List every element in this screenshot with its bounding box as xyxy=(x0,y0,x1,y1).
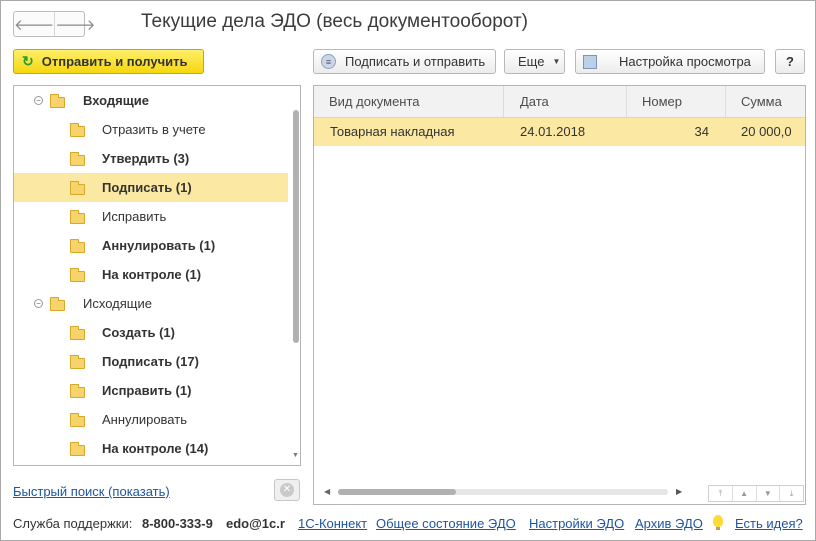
tree-group-incoming[interactable]: − Входящие xyxy=(14,86,288,115)
tree-item-label: На контроле (14) xyxy=(102,441,209,456)
prev-row-icon[interactable]: ▲ xyxy=(731,486,756,501)
forward-arrow-icon[interactable]: 🡒 xyxy=(54,12,95,36)
scroll-left-icon[interactable]: ◀ xyxy=(324,487,330,496)
row-navigation: ⤒ ▲ ▼ ⤓ xyxy=(708,485,804,502)
edo-settings-link[interactable]: Настройки ЭДО xyxy=(529,516,624,531)
idea-link[interactable]: Есть идея? xyxy=(735,516,803,531)
tree-group-outgoing[interactable]: − Исходящие xyxy=(14,289,288,318)
lightbulb-icon xyxy=(713,515,723,530)
nav-buttons: 🡐 🡒 xyxy=(13,11,95,37)
tree-item-label: Исправить (1) xyxy=(102,383,192,398)
column-header-sum[interactable]: Сумма xyxy=(726,86,805,117)
refresh-icon: ↻ xyxy=(22,53,34,69)
sign-and-send-button[interactable]: ≡ Подписать и отправить xyxy=(313,49,496,74)
tree-item-label: Подписать (17) xyxy=(102,354,199,369)
folder-icon xyxy=(70,239,85,253)
tree-item[interactable]: Аннулировать (1) xyxy=(14,231,288,260)
scrollbar-thumb[interactable] xyxy=(293,110,299,343)
tree-item[interactable]: Отразить в учете xyxy=(14,115,288,144)
support-label: Служба поддержки: xyxy=(13,516,133,531)
signature-icon: ≡ xyxy=(321,54,336,69)
cell-sum: 20 000,0 xyxy=(741,124,792,139)
tree-item[interactable]: Аннулировать xyxy=(14,405,288,434)
cell-date: 24.01.2018 xyxy=(520,124,586,139)
tree-item-label: Исправить xyxy=(102,209,167,224)
tree-item[interactable]: Утвердить (3) xyxy=(14,144,288,173)
column-header-date[interactable]: Дата xyxy=(504,86,627,117)
edo-status-link[interactable]: Общее состояние ЭДО xyxy=(376,516,516,531)
support-email: edo@1c.r xyxy=(226,516,285,531)
tree-item[interactable]: Исправить (1) xyxy=(14,376,288,405)
tree-item[interactable]: Подписать (17) xyxy=(14,347,288,376)
last-row-icon[interactable]: ⤓ xyxy=(779,486,803,501)
send-receive-label: Отправить и получить xyxy=(41,54,188,69)
tree-item-label: Подписать (1) xyxy=(102,180,192,195)
tree-item-label: Отразить в учете xyxy=(102,122,206,137)
folder-icon xyxy=(70,413,85,427)
close-icon: ✕ xyxy=(280,483,294,497)
tree-item[interactable]: На контроле (14) xyxy=(14,434,288,463)
folder-icon xyxy=(70,268,85,282)
support-phone: 8-800-333-9 xyxy=(142,516,213,531)
table-horizontal-scrollbar[interactable]: ◀ ▶ ⤒ ▲ ▼ ⤓ xyxy=(314,484,805,504)
clear-search-button[interactable]: ✕ xyxy=(274,479,300,501)
table-header: Вид документа Дата Номер Сумма xyxy=(314,86,805,118)
tree-scrollbar[interactable]: ▼ xyxy=(292,86,300,465)
more-dropdown-button[interactable]: Еще ▼ xyxy=(504,49,565,74)
tree-item[interactable]: На контроле (1) xyxy=(14,260,288,289)
settings-icon xyxy=(583,54,597,69)
back-arrow-icon[interactable]: 🡐 xyxy=(14,12,54,36)
tree-item-label: Аннулировать (1) xyxy=(102,238,216,253)
tree-item-selected[interactable]: Подписать (1) xyxy=(14,173,288,202)
tree-item-label: Аннулировать xyxy=(102,412,187,427)
scroll-right-icon[interactable]: ▶ xyxy=(676,487,682,496)
folder-icon xyxy=(70,210,85,224)
chevron-down-icon: ▼ xyxy=(552,57,561,66)
tree-group-label: Входящие xyxy=(83,93,149,108)
folder-icon xyxy=(50,94,65,108)
tree-item-label: Создать (1) xyxy=(102,325,175,340)
scroll-down-icon[interactable]: ▼ xyxy=(292,452,299,459)
view-settings-button[interactable]: Настройка просмотра xyxy=(575,49,765,74)
scrollbar-track[interactable] xyxy=(338,489,668,495)
more-label: Еще xyxy=(518,54,545,69)
sign-and-send-label: Подписать и отправить xyxy=(345,54,486,69)
folder-icon xyxy=(70,326,85,340)
tree-item[interactable]: Создать (1) xyxy=(14,318,288,347)
folder-icon xyxy=(70,152,85,166)
table-row[interactable]: Товарная накладная 24.01.2018 34 20 000,… xyxy=(314,118,805,146)
documents-table[interactable]: Вид документа Дата Номер Сумма Товарная … xyxy=(313,85,806,505)
folder-icon xyxy=(70,355,85,369)
folder-icon xyxy=(70,384,85,398)
help-button[interactable]: ? xyxy=(775,49,805,74)
next-row-icon[interactable]: ▼ xyxy=(755,486,780,501)
column-header-type[interactable]: Вид документа xyxy=(314,86,504,117)
cell-number: 34 xyxy=(694,124,709,139)
folder-icon xyxy=(70,123,85,137)
tree-item-label: Утвердить (3) xyxy=(102,151,190,166)
send-receive-button[interactable]: ↻ Отправить и получить xyxy=(13,49,204,74)
window-frame: 🡐 🡒 Текущие дела ЭДО (весь документообор… xyxy=(0,0,816,541)
tree-item-label: На контроле (1) xyxy=(102,267,202,282)
connect-link[interactable]: 1С-Коннект xyxy=(298,516,367,531)
collapse-icon[interactable]: − xyxy=(34,299,43,308)
folder-icon xyxy=(50,297,65,311)
folder-icon xyxy=(70,181,85,195)
first-row-icon[interactable]: ⤒ xyxy=(709,486,732,501)
tree-group-label: Исходящие xyxy=(83,296,152,311)
scrollbar-thumb[interactable] xyxy=(338,489,456,495)
quick-search-link[interactable]: Быстрый поиск (показать) xyxy=(13,484,170,499)
folder-tree[interactable]: − Входящие Отразить в учете Утвердить (3… xyxy=(13,85,301,466)
tree-item[interactable]: Исправить xyxy=(14,202,288,231)
column-header-number[interactable]: Номер xyxy=(627,86,726,117)
cell-type: Товарная накладная xyxy=(330,124,455,139)
page-title: Текущие дела ЭДО (весь документооборот) xyxy=(141,11,528,32)
collapse-icon[interactable]: − xyxy=(34,96,43,105)
edo-archive-link[interactable]: Архив ЭДО xyxy=(635,516,703,531)
folder-icon xyxy=(70,442,85,456)
view-settings-label: Настройка просмотра xyxy=(619,54,751,69)
